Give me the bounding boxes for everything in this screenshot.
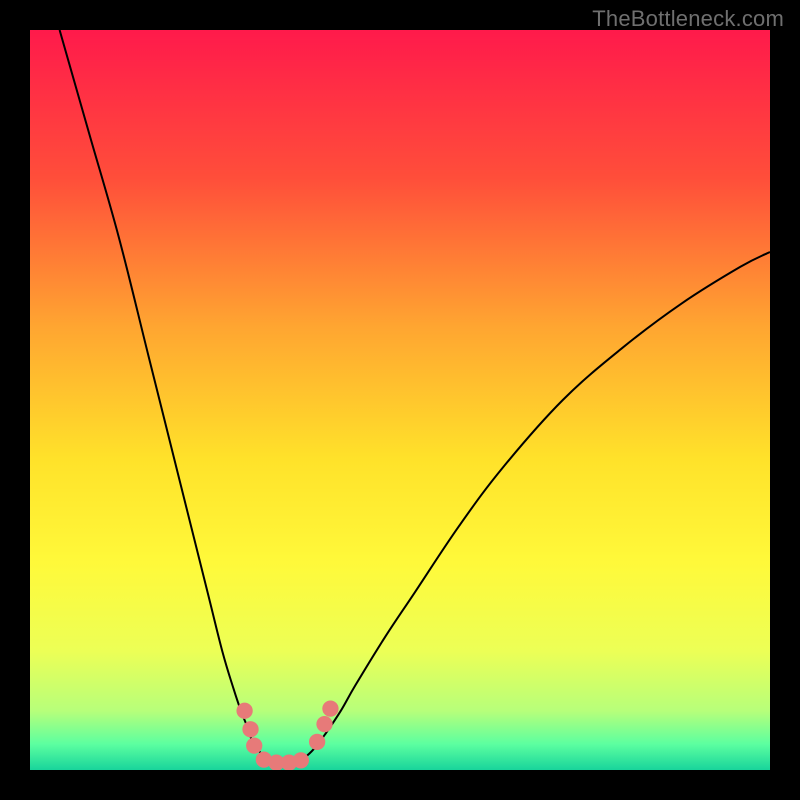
watermark-text: TheBottleneck.com bbox=[592, 6, 784, 32]
data-dot bbox=[236, 703, 252, 719]
data-dot bbox=[309, 734, 325, 750]
data-dot bbox=[242, 721, 258, 737]
bottleneck-curve-layer bbox=[30, 30, 770, 770]
data-dot bbox=[316, 716, 332, 732]
plot-area bbox=[30, 30, 770, 770]
data-dot bbox=[322, 700, 338, 716]
data-dot bbox=[246, 737, 262, 753]
data-dot bbox=[293, 752, 309, 768]
bottleneck-curve bbox=[60, 30, 770, 764]
chart-frame: TheBottleneck.com bbox=[0, 0, 800, 800]
